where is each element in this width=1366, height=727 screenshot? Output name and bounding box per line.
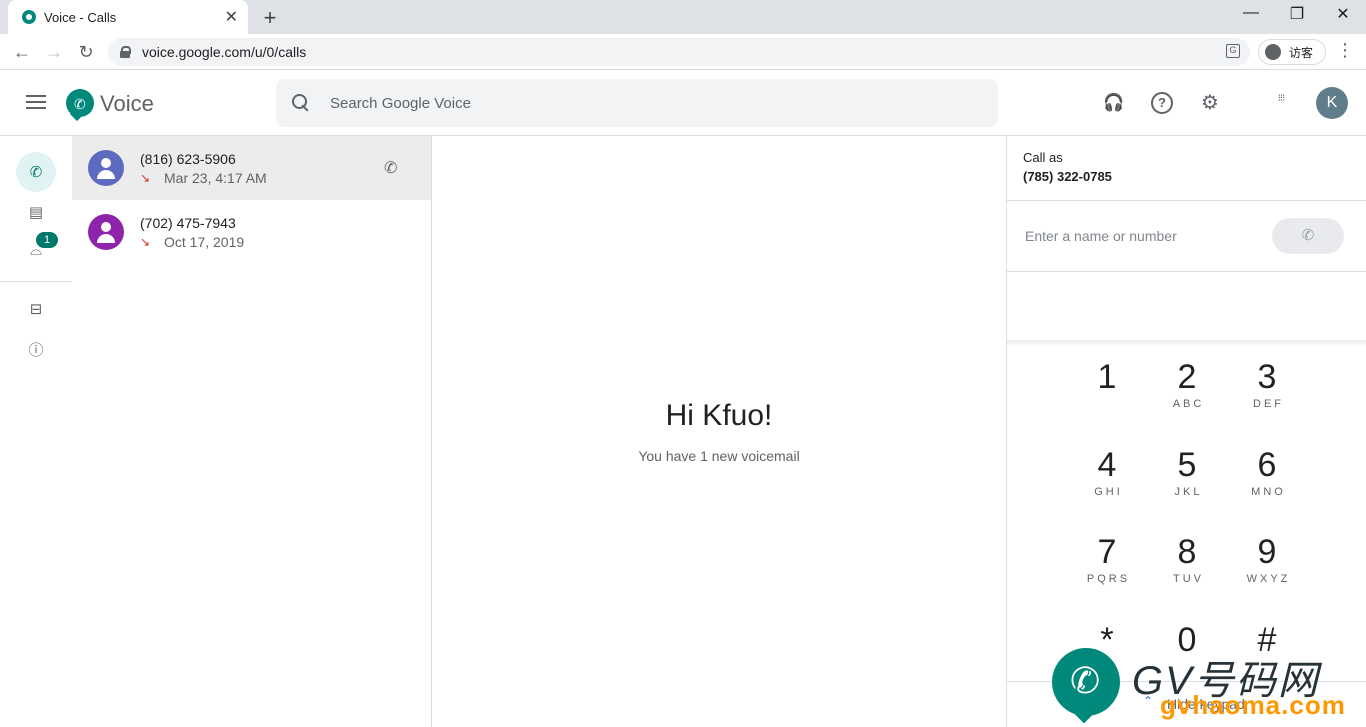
address-bar[interactable]: voice.google.com/u/0/calls xyxy=(108,38,1250,66)
spam-icon: ⓘ xyxy=(28,341,44,359)
archive-icon: ⊟ xyxy=(29,301,43,318)
phone-icon: ✆ xyxy=(29,164,43,181)
keypad-edge xyxy=(1007,340,1366,346)
key-6[interactable]: 6 MNO xyxy=(1232,446,1302,498)
key-7[interactable]: 7 PQRS xyxy=(1072,533,1142,585)
search-bar[interactable] xyxy=(276,79,998,127)
voice-favicon-icon xyxy=(22,10,36,24)
search-icon[interactable] xyxy=(292,94,310,112)
new-tab-button[interactable]: + xyxy=(258,5,282,31)
settings-icon[interactable]: ⚙ xyxy=(1199,92,1221,114)
back-button[interactable]: ← xyxy=(10,40,34,64)
translate-icon[interactable]: G xyxy=(1226,44,1240,58)
call-date: Mar 23, 4:17 AM xyxy=(164,169,267,186)
left-nav: ✆ ▤ ⌓ 1 ⊟ ⓘ xyxy=(0,136,72,727)
lock-icon[interactable] xyxy=(120,46,131,58)
greeting: Hi Kfuo! xyxy=(665,399,773,432)
browser-tab-strip: Voice - Calls ✕ + — ❐ ✕ xyxy=(0,0,1366,34)
key-5[interactable]: 5 JKL xyxy=(1152,446,1222,498)
key-3[interactable]: 3 DEF xyxy=(1232,358,1302,410)
divider xyxy=(1007,271,1366,272)
forward-button[interactable]: → xyxy=(42,40,66,64)
contact-avatar-icon xyxy=(88,214,124,250)
voicemail-summary: You have 1 new voicemail xyxy=(638,448,800,464)
support-icon[interactable]: 🎧 xyxy=(1103,92,1125,114)
maximize-button[interactable]: ❐ xyxy=(1274,4,1320,24)
call-list: (816) 623-5906 ↘ Mar 23, 4:17 AM ✆ (702) … xyxy=(72,136,432,727)
url-text[interactable]: voice.google.com/u/0/calls xyxy=(142,44,1250,60)
watermark-url: gvhaoma.com xyxy=(1160,690,1346,720)
app-brand[interactable]: Voice xyxy=(100,91,154,117)
profile-button[interactable]: 访客 xyxy=(1258,39,1326,65)
browser-toolbar: ← → ↻ voice.google.com/u/0/calls G 访客 ⋮ xyxy=(0,34,1366,70)
call-back-icon[interactable]: ✆ xyxy=(384,158,397,178)
profile-avatar-icon xyxy=(1265,44,1281,60)
search-input[interactable] xyxy=(330,94,930,112)
key-1[interactable]: 1 xyxy=(1072,358,1142,398)
message-icon: ▤ xyxy=(28,204,44,221)
dialer-panel: Call as (785) 322-0785 ✆ 1 2ABC 3DEF 4GH… xyxy=(1006,136,1366,727)
key-2[interactable]: 2 ABC xyxy=(1152,358,1222,410)
help-icon[interactable]: ? xyxy=(1151,92,1173,114)
nav-calls[interactable]: ✆ xyxy=(16,152,56,192)
call-date: Oct 17, 2019 xyxy=(164,233,245,250)
tab-title: Voice - Calls xyxy=(44,9,117,25)
tab-close-icon[interactable]: ✕ xyxy=(225,7,238,27)
missed-call-icon: ↘ xyxy=(140,234,151,249)
nav-messages[interactable]: ▤ xyxy=(16,192,56,232)
main-menu-icon[interactable] xyxy=(26,95,46,109)
contact-avatar-icon xyxy=(88,150,124,186)
nav-spam[interactable]: ⓘ xyxy=(16,329,56,369)
browser-menu-icon[interactable]: ⋮ xyxy=(1336,40,1354,61)
phone-icon: ✆ xyxy=(1301,227,1315,244)
nav-divider xyxy=(0,281,72,282)
watermark-phone-icon: ✆ xyxy=(1070,660,1101,701)
watermark-logo: ✆ GV号码网 gvhaoma.com xyxy=(1050,646,1350,726)
browser-tab[interactable]: Voice - Calls ✕ xyxy=(8,0,248,34)
missed-call-icon: ↘ xyxy=(140,170,151,185)
call-number: (816) 623-5906 xyxy=(140,150,236,167)
key-8[interactable]: 8 TUV xyxy=(1152,533,1222,585)
window-close-button[interactable]: ✕ xyxy=(1320,4,1366,24)
app-header: ✆ Voice 🎧 ? ⚙ ⁝⁝⁝ K xyxy=(0,70,1366,136)
voicemail-count-badge: 1 xyxy=(36,232,58,248)
account-avatar[interactable]: K xyxy=(1316,87,1348,119)
profile-label: 访客 xyxy=(1289,45,1314,60)
dial-call-button[interactable]: ✆ xyxy=(1272,218,1344,254)
logo-phone-icon: ✆ xyxy=(74,96,86,112)
call-number: (702) 475-7943 xyxy=(140,214,236,231)
reload-button[interactable]: ↻ xyxy=(74,40,98,64)
apps-grid-icon[interactable]: ⁝⁝⁝ xyxy=(1273,92,1289,114)
nav-archive[interactable]: ⊟ xyxy=(16,289,56,329)
call-as-label: Call as xyxy=(1023,150,1063,165)
key-9[interactable]: 9 WXYZ xyxy=(1232,533,1302,585)
minimize-button[interactable]: — xyxy=(1228,4,1274,22)
dial-input[interactable] xyxy=(1025,228,1245,244)
call-list-item[interactable]: (702) 475-7943 ↘ Oct 17, 2019 xyxy=(72,200,431,264)
main-content: Hi Kfuo! You have 1 new voicemail xyxy=(432,136,1006,727)
key-4[interactable]: 4 GHI xyxy=(1072,446,1142,498)
call-as-number[interactable]: (785) 322-0785 xyxy=(1023,169,1112,184)
call-list-item[interactable]: (816) 623-5906 ↘ Mar 23, 4:17 AM ✆ xyxy=(72,136,431,200)
divider xyxy=(1007,200,1366,201)
voice-logo-icon[interactable]: ✆ xyxy=(66,89,94,119)
